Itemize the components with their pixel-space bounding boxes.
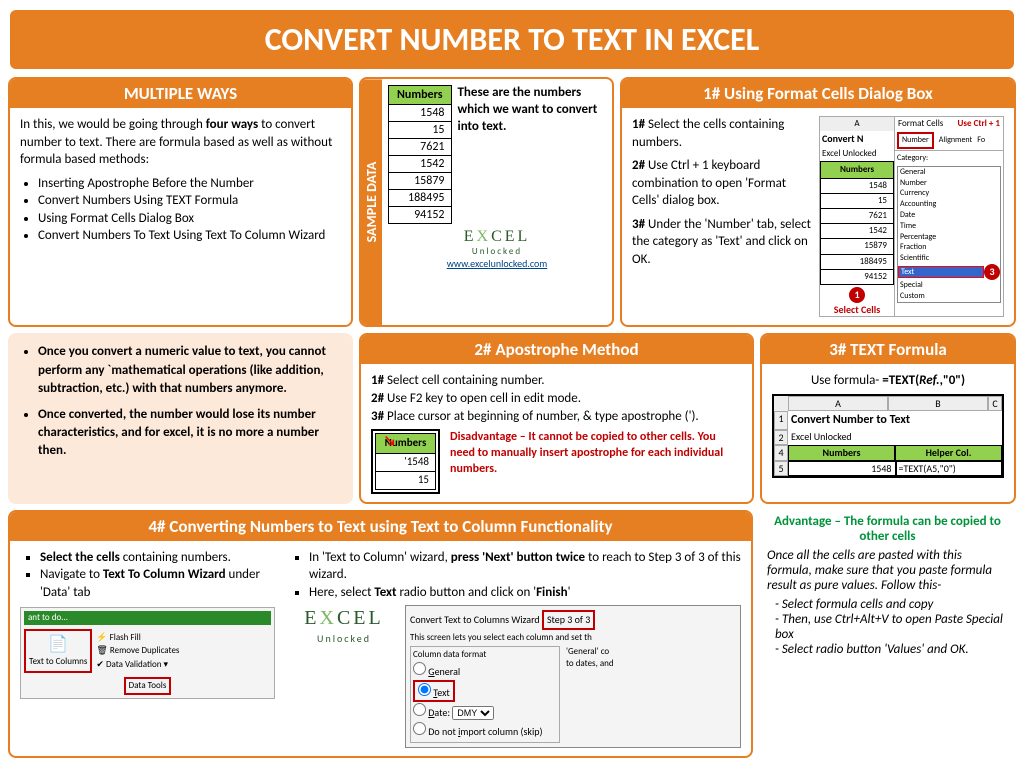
format-cells-illustration: A Convert N Excel Unlocked Numbers 1548 …	[819, 116, 1004, 317]
radio-date[interactable]	[413, 703, 426, 716]
sample-data-label: SAMPLE DATA	[361, 79, 382, 325]
m4-step: Navigate to Text To Column Wizard under …	[40, 566, 275, 601]
note-item: Once you convert a numeric value to text…	[38, 343, 341, 398]
m3-step: Select formula cells and copy	[775, 597, 1008, 612]
sample-data-box: SAMPLE DATA Numbers 1548 15 7621 1542 15…	[359, 77, 614, 327]
m4-step: In 'Text to Column' wizard, press 'Next'…	[309, 549, 741, 584]
date-format-select[interactable]: DMY	[452, 706, 494, 720]
radio-text[interactable]	[418, 683, 431, 696]
excel-unlocked-logo: EXCEL Unlocked www.excelunlocked.com	[388, 228, 606, 270]
page-title: CONVERT NUMBER TO TEXT IN EXCEL	[8, 8, 1016, 71]
method-3-header: 3# TEXT Formula	[762, 335, 1014, 364]
method-1-box: 1# Using Format Cells Dialog Box 1# Sele…	[620, 77, 1016, 327]
m4-step: Here, select Text radio button and click…	[309, 584, 741, 602]
way-item: Using Format Cells Dialog Box	[38, 210, 341, 228]
method-3-tail: Once all the cells are pasted with this …	[767, 548, 1008, 593]
apostrophe-illustration: Numbers↘ '1548 15	[371, 429, 440, 494]
sample-table: Numbers 1548 15 7621 1542 15879 188495 9…	[388, 85, 452, 224]
method-2-header: 2# Apostrophe Method	[361, 335, 752, 364]
method-3-box: 3# TEXT Formula Use formula- =TEXT(Ref.,…	[760, 333, 1016, 503]
data-ribbon-illustration: ant to do... 📄 Text to Columns ⚡ Flash F…	[20, 607, 275, 699]
way-item: Convert Numbers To Text Using Text To Co…	[38, 227, 341, 245]
advantage-text: Advantage – The formula can be copied to…	[767, 514, 1008, 544]
radio-general[interactable]	[413, 662, 426, 675]
method-3-continuation: Advantage – The formula can be copied to…	[759, 510, 1016, 758]
way-item: Inserting Apostrophe Before the Number	[38, 175, 341, 193]
text-formula-illustration: ABC 1Convert Number to Text 2Excel Unloc…	[772, 394, 1004, 478]
disadvantage-text: Disadvantage – It cannot be copied to ot…	[450, 429, 742, 494]
radio-skip[interactable]	[413, 722, 426, 735]
multiple-ways-header: MULTIPLE WAYS	[10, 79, 351, 108]
method-4-header: 4# Converting Numbers to Text using Text…	[10, 512, 751, 541]
excel-unlocked-logo: EXCEL Unlocked	[289, 605, 399, 747]
important-notes-box: Once you convert a numeric value to text…	[8, 333, 353, 503]
multiple-ways-intro: In this, we would be going through four …	[20, 116, 341, 169]
method-2-box: 2# Apostrophe Method 1# Select cell cont…	[359, 333, 754, 503]
method-1-header: 1# Using Format Cells Dialog Box	[622, 79, 1014, 108]
multiple-ways-box: MULTIPLE WAYS In this, we would be going…	[8, 77, 353, 327]
text-to-column-wizard-illustration: Convert Text to Columns Wizard Step 3 of…	[405, 605, 741, 747]
website-url: www.excelunlocked.com	[388, 257, 606, 270]
note-item: Once converted, the number would lose it…	[38, 406, 341, 461]
m3-step: Then, use Ctrl+Alt+V to open Paste Speci…	[775, 612, 1008, 642]
way-item: Convert Numbers Using TEXT Formula	[38, 192, 341, 210]
m3-step: Select radio button 'Values' and OK.	[775, 642, 1008, 657]
m4-step: Select the cells containing numbers.	[40, 549, 275, 567]
method-4-box: 4# Converting Numbers to Text using Text…	[8, 510, 753, 758]
sample-caption: These are the numbers which we want to c…	[458, 85, 607, 224]
